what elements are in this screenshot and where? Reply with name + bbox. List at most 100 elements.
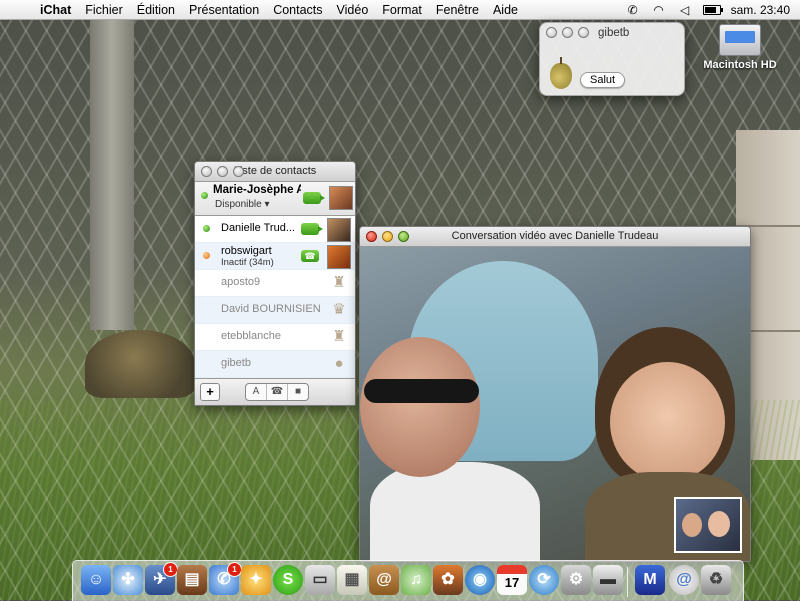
contact-row[interactable]: robswigart Inactif (34m) ☎ — [195, 243, 355, 270]
running-man-icon: ♜ — [332, 328, 346, 345]
contact-name: robswigart — [221, 245, 272, 257]
close-button[interactable] — [201, 166, 212, 177]
safari-icon[interactable]: ✣ — [113, 565, 143, 595]
my-avatar[interactable] — [329, 186, 353, 210]
notification-badge: 1 — [227, 562, 242, 577]
contact-row[interactable]: gibetb ● — [195, 351, 355, 378]
minimize-button[interactable] — [217, 166, 228, 177]
window-controls — [201, 166, 244, 177]
menu-fichier[interactable]: Fichier — [78, 3, 130, 17]
minimize-button[interactable] — [382, 231, 393, 242]
contact-row[interactable]: Danielle Trud... — [195, 216, 355, 243]
buddy-list-titlebar: Liste de contacts — [195, 162, 355, 182]
buddy-list-window: Liste de contacts Marie-Josèphe A... Dis… — [194, 161, 356, 406]
contact-avatar — [327, 218, 351, 242]
trash-icon[interactable]: ♻ — [701, 565, 731, 595]
pear-icon: ● — [334, 355, 344, 372]
macintosh-hd-label: Macintosh HD — [703, 59, 777, 71]
buddy-list-title: Liste de contacts — [233, 165, 317, 177]
my-status-area: Marie-Josèphe A... Disponible ▾ — [195, 182, 355, 216]
contact-name: aposto9 — [221, 276, 261, 288]
window-controls — [366, 231, 409, 242]
monitor-icon[interactable]: ▭ — [305, 565, 335, 595]
ical-icon[interactable]: 17 — [497, 565, 527, 595]
menu-contacts[interactable]: Contacts — [266, 3, 329, 17]
video-window-title: Conversation vidéo avec Danielle Trudeau — [451, 230, 659, 242]
available-dot — [203, 225, 210, 232]
contact-status: Inactif (34m) — [221, 257, 274, 268]
itunes-icon[interactable]: ♫ — [401, 565, 431, 595]
software-update-icon[interactable]: ⟳ — [529, 565, 559, 595]
video-chat-icon[interactable] — [301, 223, 323, 235]
chat-mode-buttons: A ☎ ■ — [245, 383, 309, 401]
remote-video-feed — [360, 247, 750, 561]
gibetb-window-title: gibetb — [598, 27, 630, 39]
my-status-menu[interactable]: Disponible ▾ — [215, 199, 270, 210]
pear-avatar-icon — [550, 57, 572, 89]
iphoto-icon[interactable]: ✿ — [433, 565, 463, 595]
audio-chat-icon[interactable]: ☎ — [301, 250, 319, 262]
mail-icon[interactable]: ✈ 1 — [145, 562, 178, 595]
menu-aide[interactable]: Aide — [486, 3, 525, 17]
system-preferences-icon[interactable]: ⚙ — [561, 565, 591, 595]
chef-icon: ♛ — [332, 301, 346, 318]
menu-bar: iChat Fichier Édition Présentation Conta… — [0, 0, 800, 20]
sunglasses — [364, 379, 479, 403]
menu-fenetre[interactable]: Fenêtre — [429, 3, 486, 17]
contact-avatar — [327, 245, 351, 269]
adium-icon[interactable]: ✦ — [241, 565, 271, 595]
menu-app-name[interactable]: iChat — [30, 3, 78, 17]
contact-name: David BOURNISIEN — [221, 303, 321, 315]
macintosh-hd-icon[interactable]: Macintosh HD — [700, 24, 780, 71]
my-status-label: Disponible — [215, 199, 262, 210]
mail-stack-icon[interactable]: @ — [669, 565, 699, 595]
add-contact-button[interactable]: + — [200, 383, 220, 401]
volume-icon[interactable]: ◁ — [677, 3, 693, 17]
calendar-day: 17 — [504, 575, 520, 590]
contact-row[interactable]: etebblanche ♜ — [195, 324, 355, 351]
notification-badge: 1 — [163, 562, 178, 577]
tortoise — [85, 330, 195, 398]
hard-drive-icon — [719, 24, 761, 56]
zoom-button[interactable] — [398, 231, 409, 242]
man-shirt — [370, 462, 540, 561]
menu-presentation[interactable]: Présentation — [182, 3, 266, 17]
contact-row[interactable]: aposto9 ♜ — [195, 270, 355, 297]
menu-clock[interactable]: sam. 23:40 — [731, 3, 790, 17]
video-chat-window: Conversation vidéo avec Danielle Trudeau — [359, 226, 751, 562]
address-book-icon[interactable]: @ — [369, 565, 399, 595]
self-preview-video[interactable] — [674, 497, 742, 553]
ichat-status-icon[interactable]: ✆ — [625, 3, 641, 17]
audio-chat-button[interactable]: ☎ — [267, 384, 288, 400]
document-icon[interactable]: M — [635, 565, 665, 595]
scanner-icon[interactable]: ▤ — [177, 565, 207, 595]
gibetb-chat-window: gibetb Salut — [539, 22, 685, 96]
contact-name: Danielle Trud... — [221, 222, 295, 234]
wifi-icon[interactable]: ◠ — [651, 3, 667, 17]
my-name[interactable]: Marie-Josèphe A... — [213, 184, 301, 196]
my-status-dot — [201, 192, 208, 199]
battery-icon[interactable] — [702, 5, 723, 15]
contact-name: gibetb — [221, 357, 251, 369]
printer-icon[interactable]: ▬ — [593, 565, 623, 595]
contact-row[interactable]: David BOURNISIEN ♛ — [195, 297, 355, 324]
zoom-button[interactable] — [233, 166, 244, 177]
woman-face — [610, 362, 725, 482]
dock: ☺ ✣ ✈ 1 ▤ ✆ 1 ✦ S ▭ ▦ @ ♫ ✿ ◉ 17 ⟳ ⚙ ▬ M @… — [72, 560, 744, 601]
menu-video[interactable]: Vidéo — [330, 3, 376, 17]
preview-icon[interactable]: ▦ — [337, 565, 367, 595]
finder-icon[interactable]: ☺ — [81, 565, 111, 595]
menu-edition[interactable]: Édition — [130, 3, 182, 17]
skype-icon[interactable]: S — [273, 565, 303, 595]
menu-format[interactable]: Format — [375, 3, 429, 17]
message-bubble: Salut — [580, 72, 626, 88]
contact-name: etebblanche — [221, 330, 281, 342]
text-chat-button[interactable]: A — [246, 384, 267, 400]
close-button[interactable] — [366, 231, 377, 242]
video-chat-button[interactable]: ■ — [288, 384, 308, 400]
buddy-list-toolbar: + A ☎ ■ — [195, 378, 355, 405]
video-camera-icon[interactable] — [303, 192, 325, 204]
ichat-icon[interactable]: ✆ 1 — [209, 562, 242, 595]
idle-dot — [203, 252, 210, 259]
globe-icon[interactable]: ◉ — [465, 565, 495, 595]
